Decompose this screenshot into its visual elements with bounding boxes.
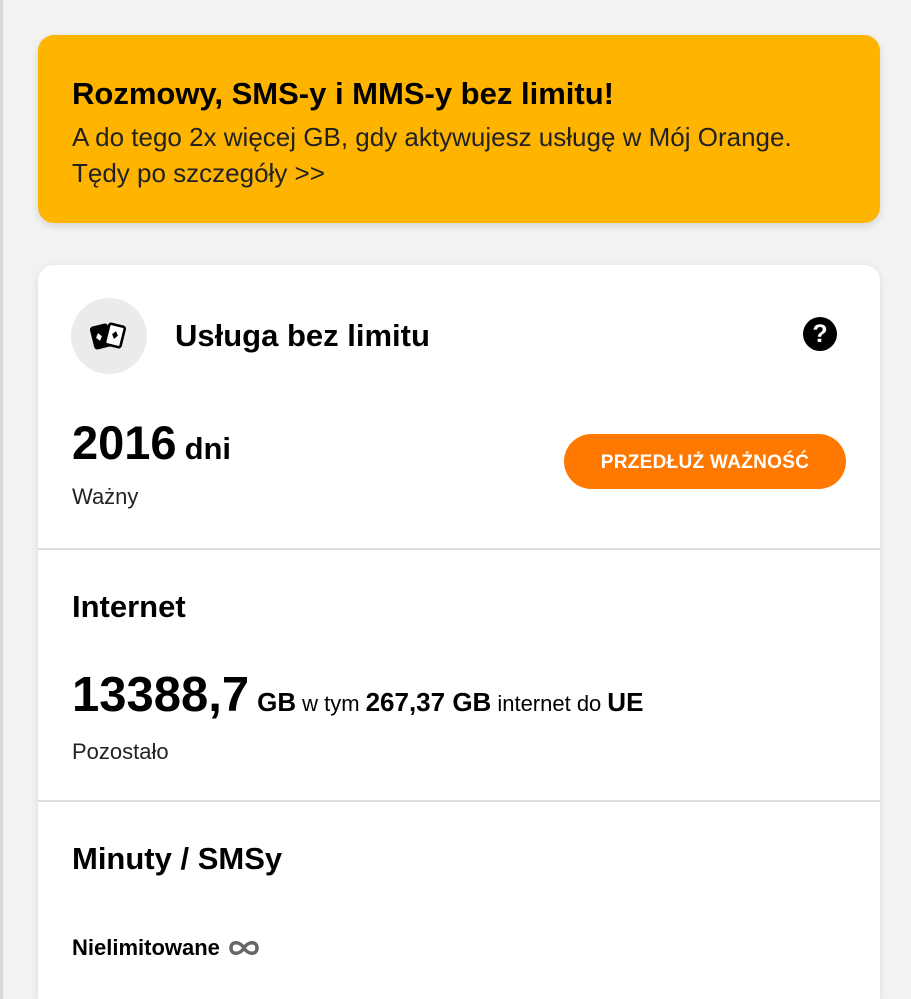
days-unit: dni xyxy=(184,431,232,466)
days-value: 2016 xyxy=(72,416,177,469)
internet-title: Internet xyxy=(72,589,186,624)
internet-balance: 13388,7 GB w tym 267,37 GB internet do UE xyxy=(72,667,643,723)
minutes-value-text: Nielimitowane xyxy=(72,935,220,960)
internet-amount: 13388,7 xyxy=(72,668,250,722)
validity-days: 2016 dni xyxy=(72,415,231,470)
divider xyxy=(38,548,880,550)
service-card: Usługa bez limitu ? 2016 dni Ważny PRZEDŁ… xyxy=(38,265,880,999)
internet-eu-text: internet do xyxy=(497,691,602,716)
divider xyxy=(38,800,880,802)
promo-title: Rozmowy, SMS-y i MMS-y bez limitu! xyxy=(72,76,614,111)
validity-label: Ważny xyxy=(72,484,139,509)
internet-eu-label: UE xyxy=(607,687,644,717)
internet-unit: GB xyxy=(257,687,297,717)
promo-text[interactable]: A do tego 2x więcej GB, gdy aktywujesz u… xyxy=(72,119,846,191)
internet-eu-amount: 267,37 GB xyxy=(365,687,492,717)
extend-validity-button[interactable]: PRZEDŁUŻ WAŻNOŚĆ xyxy=(564,434,846,489)
cards-icon xyxy=(90,322,127,350)
service-title: Usługa bez limitu xyxy=(175,318,430,353)
service-icon-badge xyxy=(71,298,147,374)
promo-banner[interactable]: Rozmowy, SMS-y i MMS-y bez limitu! A do … xyxy=(38,35,880,223)
page: Rozmowy, SMS-y i MMS-y bez limitu! A do … xyxy=(0,0,911,999)
infinity-icon xyxy=(229,941,259,955)
question-circle-icon[interactable]: ? xyxy=(803,317,837,351)
internet-remaining-label: Pozostało xyxy=(72,739,169,764)
internet-in-text: w tym xyxy=(302,691,360,716)
minutes-title: Minuty / SMSy xyxy=(72,841,283,876)
minutes-value: Nielimitowane xyxy=(72,935,262,961)
